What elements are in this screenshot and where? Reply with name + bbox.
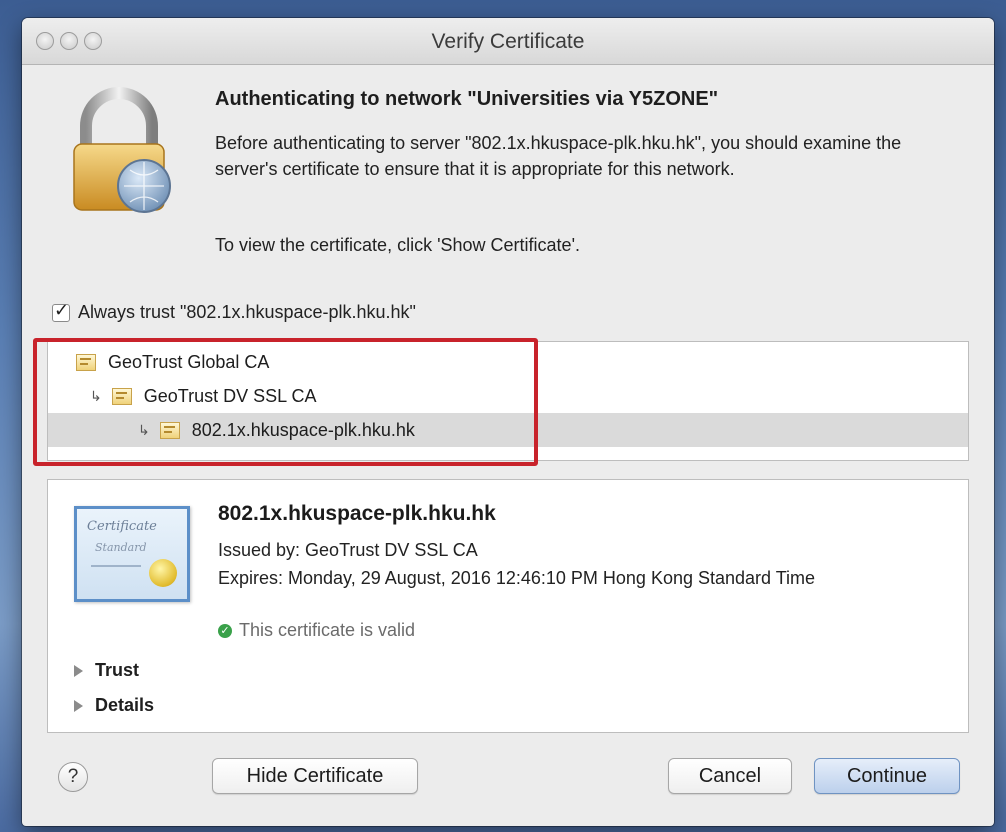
disclosure-triangle-icon (74, 664, 83, 677)
hide-certificate-button[interactable]: Hide Certificate (212, 758, 418, 794)
always-trust-checkbox[interactable] (52, 300, 70, 322)
details-section-toggle[interactable]: Details (74, 695, 154, 716)
trust-section-label: Trust (95, 660, 140, 680)
certificate-icon-subtext: Standard (95, 541, 147, 554)
continue-button[interactable]: Continue (814, 758, 960, 794)
chain-item-intermediate[interactable]: ↳ GeoTrust DV SSL CA (48, 379, 968, 413)
trust-section-toggle[interactable]: Trust (74, 660, 139, 681)
certificate-issuer: Issued by: GeoTrust DV SSL CA (218, 540, 478, 560)
certificate-chain-list: GeoTrust Global CA ↳ GeoTrust DV SSL CA … (47, 341, 969, 461)
child-arrow-icon: ↳ (90, 387, 102, 404)
help-button[interactable]: ? (58, 762, 88, 792)
seal-icon (149, 559, 177, 587)
certificate-icon (76, 353, 96, 371)
always-trust-row[interactable]: Always trust "802.1x.hkuspace-plk.hku.hk… (52, 300, 416, 323)
certificate-icon-text: Certificate (87, 519, 157, 534)
window-title: Verify Certificate (431, 30, 585, 53)
child-arrow-icon: ↳ (138, 421, 150, 438)
always-trust-label: Always trust "802.1x.hkuspace-plk.hku.hk… (78, 302, 416, 322)
dialog-instruction: To view the certificate, click 'Show Cer… (215, 235, 581, 255)
title-bar: Verify Certificate (22, 18, 994, 65)
dialog-heading: Authenticating to network "Universities … (215, 88, 719, 110)
check-icon: ✓ (218, 623, 232, 638)
certificate-detail-panel: Certificate Standard 802.1x.hkuspace-plk… (47, 479, 969, 733)
certificate-status-text: This certificate is valid (239, 620, 416, 640)
cancel-button[interactable]: Cancel (668, 758, 792, 794)
chain-item-root[interactable]: GeoTrust Global CA (48, 345, 968, 379)
chain-item-label: 802.1x.hkuspace-plk.hku.hk (191, 419, 415, 440)
chain-item-label: GeoTrust DV SSL CA (143, 385, 317, 406)
chain-item-label: GeoTrust Global CA (108, 351, 270, 372)
chain-item-leaf[interactable]: ↳ 802.1x.hkuspace-plk.hku.hk (48, 413, 968, 447)
details-section-label: Details (95, 695, 155, 715)
dialog-message: Before authenticating to server "802.1x.… (215, 133, 902, 179)
disclosure-triangle-icon (74, 699, 83, 712)
certificate-large-icon: Certificate Standard (74, 506, 190, 602)
certificate-expiry: Expires: Monday, 29 August, 2016 12:46:1… (218, 568, 816, 588)
certificate-icon (159, 421, 180, 439)
certificate-icon (111, 387, 132, 405)
verify-certificate-dialog: Verify Certificate Authenticating to net… (22, 18, 994, 826)
lock-icon (73, 87, 171, 213)
certificate-status: ✓ This certificate is valid (218, 620, 415, 641)
certificate-name: 802.1x.hkuspace-plk.hku.hk (218, 502, 496, 525)
